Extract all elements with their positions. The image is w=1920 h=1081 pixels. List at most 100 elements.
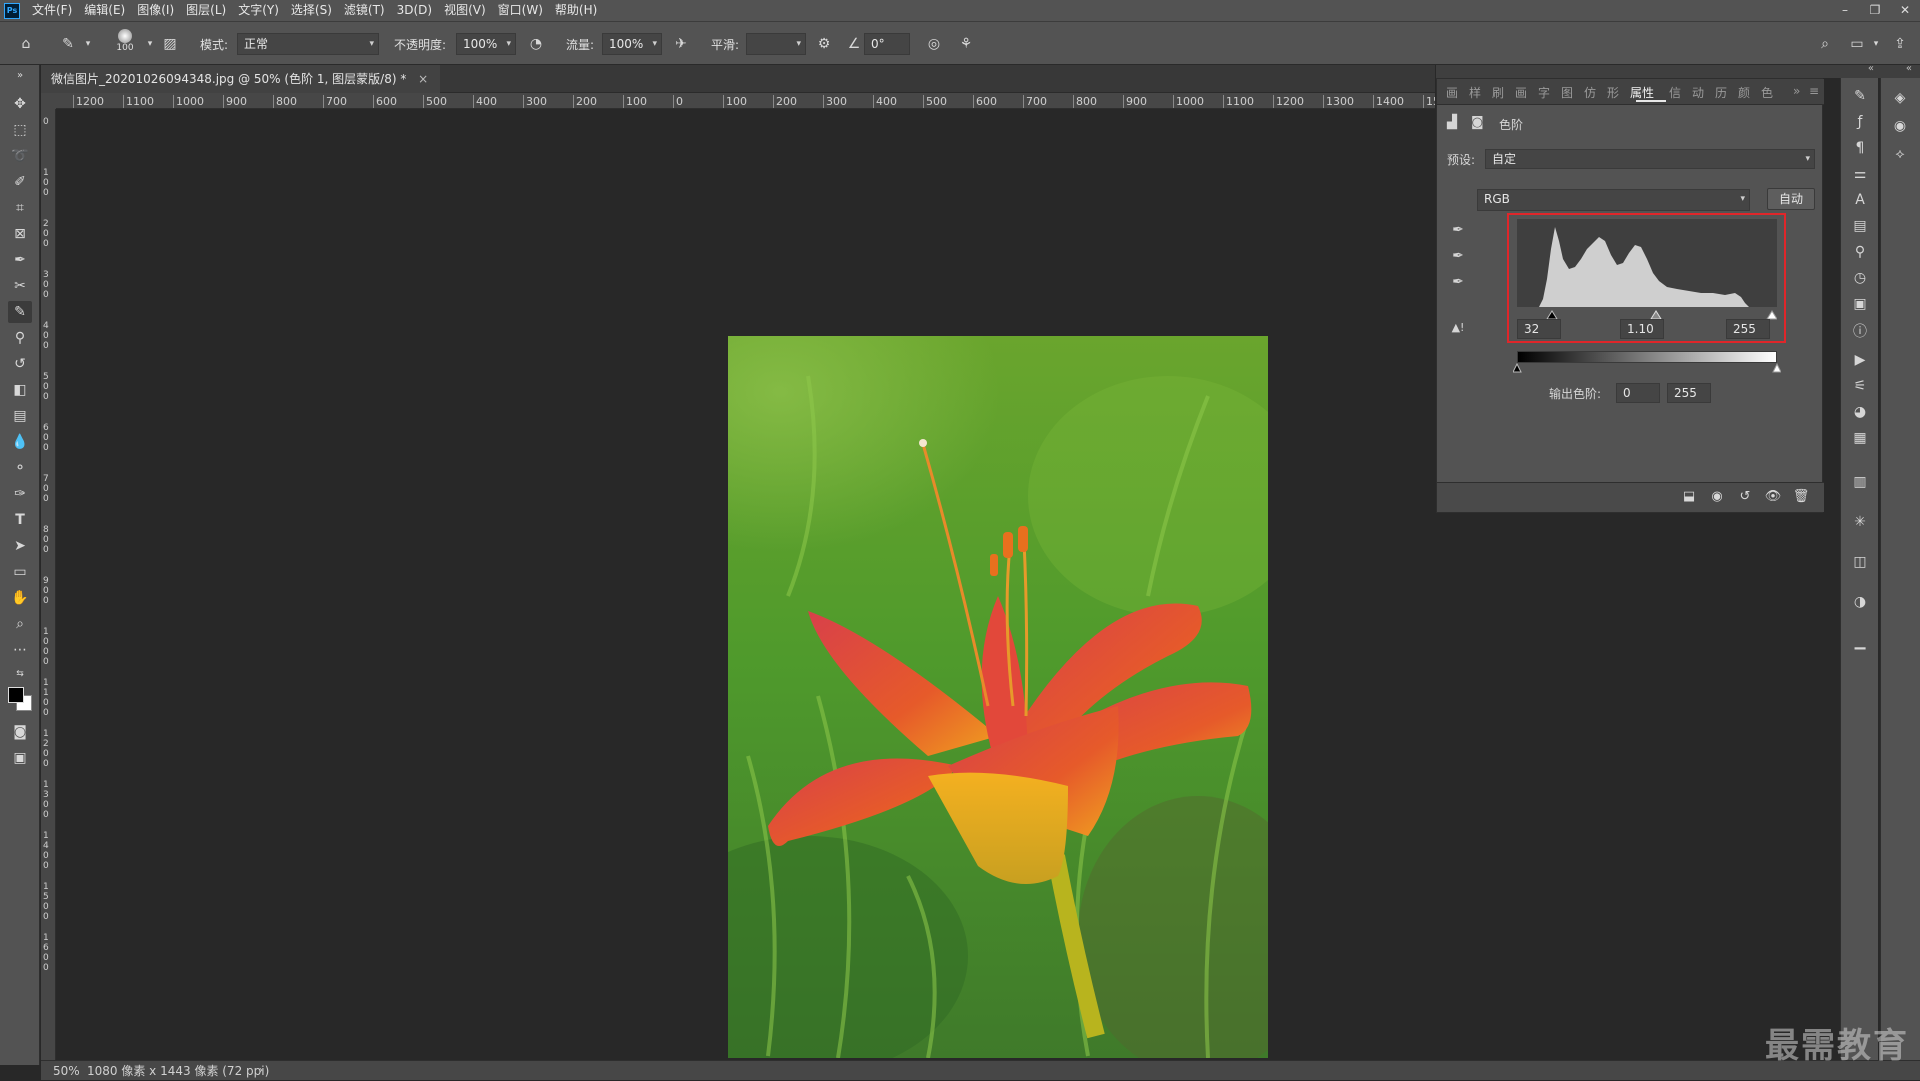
rectangle-tool-icon[interactable]: ▭ bbox=[8, 561, 32, 583]
adjustments-icon[interactable]: ◑ bbox=[1850, 592, 1870, 612]
stamp-tool-icon[interactable]: ⚲ bbox=[8, 327, 32, 349]
close-icon[interactable]: × bbox=[418, 72, 428, 86]
foreground-color-swatch[interactable] bbox=[8, 687, 24, 703]
character-icon[interactable]: A bbox=[1850, 190, 1870, 210]
chevron-right-icon[interactable]: » bbox=[1793, 84, 1800, 98]
swatches-icon[interactable]: ▦ bbox=[1850, 428, 1870, 448]
type-tool-icon[interactable]: T bbox=[8, 509, 32, 531]
angle-input[interactable]: 0° bbox=[864, 33, 910, 55]
panel-menu-icon[interactable]: ≡ bbox=[1809, 84, 1819, 98]
layers-icon[interactable]: ◈ bbox=[1890, 88, 1910, 108]
document-image[interactable] bbox=[728, 336, 1268, 1058]
eyedropper-tool-icon[interactable]: ✒ bbox=[8, 249, 32, 271]
history-brush-tool-icon[interactable]: ↺ bbox=[8, 353, 32, 375]
gear-icon[interactable]: ⚙ bbox=[814, 34, 834, 54]
tab-brush[interactable]: 画 bbox=[1446, 84, 1458, 101]
opacity-input[interactable]: 100% ▾ bbox=[456, 33, 516, 55]
properties-icon[interactable]: ▣ bbox=[1850, 294, 1870, 314]
libraries-icon[interactable]: ◫ bbox=[1850, 552, 1870, 572]
clip-to-layer-icon[interactable]: ⬓ bbox=[1679, 489, 1699, 507]
navigator-icon[interactable]: ✳ bbox=[1850, 512, 1870, 532]
brush-preset-picker[interactable]: 100 bbox=[112, 29, 138, 59]
glyphs-icon[interactable]: ▤ bbox=[1850, 216, 1870, 236]
brush-tool-icon[interactable]: ✎ bbox=[58, 34, 78, 54]
workspace-icon[interactable]: ▭ bbox=[1847, 34, 1867, 54]
menu-type[interactable]: 文字(Y) bbox=[232, 0, 285, 21]
preset-select[interactable]: 自定 ▾ bbox=[1485, 149, 1815, 169]
brush-settings-icon[interactable]: ✎ bbox=[1850, 86, 1870, 106]
marquee-tool-icon[interactable]: ⬚ bbox=[8, 119, 32, 141]
pen-tool-icon[interactable]: ✑ bbox=[8, 483, 32, 505]
black-output-slider[interactable] bbox=[1513, 363, 1522, 373]
menu-layer[interactable]: 图层(L) bbox=[180, 0, 232, 21]
tab-actions[interactable]: 动 bbox=[1692, 84, 1704, 101]
screen-mode-icon[interactable]: ▣ bbox=[8, 747, 32, 769]
lasso-tool-icon[interactable]: ➰ bbox=[8, 145, 32, 167]
menu-edit[interactable]: 编辑(E) bbox=[78, 0, 131, 21]
adjust-sliders-icon[interactable]: ⚌ bbox=[1850, 164, 1870, 184]
info-icon[interactable]: ⓘ bbox=[1850, 322, 1870, 342]
black-input-slider[interactable] bbox=[1546, 310, 1558, 320]
more-tools-icon[interactable]: ⋯ bbox=[8, 639, 32, 661]
quick-mask-icon[interactable]: ◙ bbox=[8, 721, 32, 743]
paths-icon[interactable]: ⟡ bbox=[1890, 144, 1910, 164]
menu-file[interactable]: 文件(F) bbox=[26, 0, 78, 21]
output-white-field[interactable]: 255 bbox=[1667, 383, 1711, 403]
hand-tool-icon[interactable]: ✋ bbox=[8, 587, 32, 609]
tab-clone[interactable]: 仿 bbox=[1584, 84, 1596, 101]
brush-settings-icon[interactable]: ▨ bbox=[160, 34, 180, 54]
input-black-field[interactable]: 32 bbox=[1517, 319, 1561, 339]
chevron-down-icon[interactable]: ▾ bbox=[78, 34, 98, 54]
blur-tool-icon[interactable]: 💧 bbox=[8, 431, 32, 453]
path-select-tool-icon[interactable]: ➤ bbox=[8, 535, 32, 557]
clipping-warning-icon[interactable]: ▲! bbox=[1447, 317, 1469, 339]
chevron-down-icon[interactable]: ▾ bbox=[1866, 34, 1886, 54]
input-gamma-field[interactable]: 1.10 bbox=[1620, 319, 1664, 339]
tab-image[interactable]: 图 bbox=[1561, 84, 1573, 101]
flow-input[interactable]: 100% ▾ bbox=[602, 33, 662, 55]
timeline-icon[interactable]: ⚟ bbox=[1850, 376, 1870, 396]
crop-tool-icon[interactable]: ⌗ bbox=[8, 197, 32, 219]
clone-source-icon[interactable]: ⚲ bbox=[1850, 242, 1870, 262]
channel-select[interactable]: RGB ▾ bbox=[1477, 189, 1750, 211]
tab-history[interactable]: 历 bbox=[1715, 84, 1727, 101]
minimize-button[interactable]: – bbox=[1830, 0, 1860, 21]
tab-info[interactable]: 信 bbox=[1669, 84, 1681, 101]
canvas-area[interactable] bbox=[57, 110, 1435, 1060]
actions-play-icon[interactable]: ▶ bbox=[1850, 350, 1870, 370]
gamma-input-slider[interactable] bbox=[1650, 310, 1662, 320]
channels-icon[interactable]: ◉ bbox=[1890, 116, 1910, 136]
brush-tool-icon[interactable]: ✎ bbox=[8, 301, 32, 323]
reset-icon[interactable]: ↺ bbox=[1735, 489, 1755, 507]
tab-swatches[interactable]: 色 bbox=[1761, 84, 1773, 101]
tab-properties[interactable]: 属性 bbox=[1630, 84, 1654, 101]
tab-character[interactable]: 字 bbox=[1538, 84, 1550, 101]
trash-icon[interactable]: 🗑 bbox=[1791, 489, 1811, 507]
swap-colors-icon[interactable]: ⇆ bbox=[8, 663, 32, 685]
collapse-arrows-icon[interactable]: « bbox=[1868, 63, 1874, 74]
fx-icon[interactable]: ƒ bbox=[1850, 112, 1870, 132]
menu-help[interactable]: 帮助(H) bbox=[549, 0, 603, 21]
eraser-tool-icon[interactable]: ◧ bbox=[8, 379, 32, 401]
smoothing-input[interactable]: ▾ bbox=[746, 33, 806, 55]
collapse-arrows-icon[interactable]: « bbox=[1906, 63, 1912, 74]
gradient-tool-icon[interactable]: ▤ bbox=[8, 405, 32, 427]
frame-tool-icon[interactable]: ⊠ bbox=[8, 223, 32, 245]
black-point-eyedropper-icon[interactable]: ✒ bbox=[1447, 219, 1469, 241]
pressure-opacity-icon[interactable]: ◔ bbox=[526, 34, 546, 54]
auto-button[interactable]: 自动 bbox=[1767, 188, 1815, 210]
menu-window[interactable]: 窗口(W) bbox=[492, 0, 549, 21]
search-icon[interactable]: ⌕ bbox=[1815, 34, 1835, 54]
tab-brushes[interactable]: 刷 bbox=[1492, 84, 1504, 101]
output-black-field[interactable]: 0 bbox=[1616, 383, 1660, 403]
menu-select[interactable]: 选择(S) bbox=[285, 0, 338, 21]
dodge-tool-icon[interactable]: ⚬ bbox=[8, 457, 32, 479]
move-tool-icon[interactable]: ✥ bbox=[8, 93, 32, 115]
input-white-field[interactable]: 255 bbox=[1726, 319, 1770, 339]
paragraph-icon[interactable]: ¶ bbox=[1850, 138, 1870, 158]
airbrush-icon[interactable]: ✈ bbox=[671, 34, 691, 54]
home-icon[interactable]: ⌂ bbox=[16, 34, 36, 54]
history-icon[interactable]: ◷ bbox=[1850, 268, 1870, 288]
color-icon[interactable]: ◕ bbox=[1850, 402, 1870, 422]
tab-shapes[interactable]: 形 bbox=[1607, 84, 1619, 101]
